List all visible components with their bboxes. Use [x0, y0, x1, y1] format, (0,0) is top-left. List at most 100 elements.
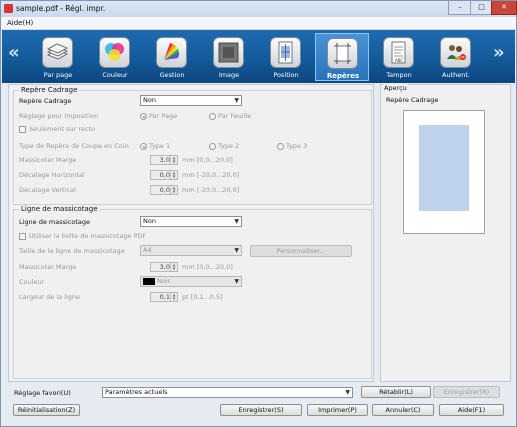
tab-label: Par page [43, 71, 73, 79]
bottom-bar: Réglage favori(U) Paramètres actuels ▼ R… [8, 385, 511, 423]
repere-group: Repère Cadrage Repère Cadrage Non ▼ Régl… [13, 86, 372, 205]
color-fan-icon [156, 37, 187, 68]
radio-type3[interactable] [277, 143, 284, 150]
couleur-select[interactable]: Noir ▼ [140, 276, 242, 287]
users-auth-icon [440, 37, 471, 68]
tab-tampon[interactable]: ABC Tampon [372, 33, 426, 81]
radio-type1-label: Type 1 [149, 142, 171, 150]
recto-checkbox[interactable] [19, 126, 26, 133]
preview-panel: Aperçu Repère Cadrage [380, 84, 511, 382]
marge-range: mm [0,0...20,0] [182, 156, 233, 164]
ligne-label: Ligne de massicotage [19, 218, 91, 226]
preview-image-area [419, 125, 469, 211]
repere-select-value: Non [143, 96, 156, 104]
dech-label: Décalage Horizontal [19, 171, 85, 179]
spinner-arrows-icon[interactable]: ▲ ▼ [170, 263, 177, 271]
spinner-arrows-icon[interactable]: ▲ ▼ [170, 156, 177, 164]
radio-par-feuille-label: Par Feuille [218, 112, 252, 120]
tab-position[interactable]: Position [259, 33, 313, 81]
close-button[interactable]: ✕ [491, 1, 517, 15]
radio-par-page-label: Par Page [149, 112, 178, 120]
radio-type2-label: Type 2 [218, 142, 240, 150]
minimize-button[interactable]: – [448, 1, 472, 15]
annuler-button[interactable]: Annuler(C) [372, 404, 434, 416]
aide-button[interactable]: Aide(F1) [439, 404, 504, 416]
reglage-label: Réglage pour Imposition [19, 112, 99, 120]
spinner-arrows-icon[interactable]: ▲ ▼ [170, 186, 177, 194]
tab-couleur[interactable]: Couleur [88, 33, 142, 81]
preview-legend: Aperçu [383, 84, 408, 92]
personnaliser-button[interactable]: Personnaliser... [250, 245, 352, 257]
couleur-select-value: Noir [157, 277, 171, 285]
menu-aide[interactable]: Aide(H) [7, 19, 33, 27]
scroll-right-button[interactable]: » [493, 42, 505, 63]
largeur-stepper[interactable]: 0,1 ▲ ▼ [150, 292, 178, 302]
chevron-down-icon: ▼ [234, 247, 239, 254]
repere-select[interactable]: Non ▼ [140, 95, 242, 106]
dech-range: mm [-20,0...20,0] [182, 171, 240, 179]
type-label: Type de Repère de Coupe en Coin [19, 142, 129, 150]
chevron-down-icon: ▼ [345, 389, 350, 396]
imprimer-button[interactable]: Imprimer(P) [307, 404, 368, 416]
tab-gestion[interactable]: Gestion [145, 33, 199, 81]
reinitialisation-button[interactable]: Réinitialisation(Z) [13, 404, 80, 416]
maximize-button[interactable]: □ [470, 1, 493, 15]
tab-label: Tampon [386, 71, 412, 79]
tab-par-page[interactable]: Par page [31, 33, 85, 81]
ligne-group: Ligne de massicotage Ligne de massicotag… [13, 205, 372, 379]
menu-bar: Aide(H) [1, 17, 516, 30]
title-bar: sample.pdf - Régl. impr. – □ ✕ [1, 1, 517, 17]
tab-label: Gestion [159, 71, 185, 79]
enregistrer-button[interactable]: Enregistrer(S) [220, 404, 302, 416]
spinner-arrows-icon[interactable]: ▲ ▼ [170, 171, 177, 179]
color-swatch [143, 277, 155, 285]
recto-label: Seulement sur recto [29, 125, 95, 133]
marge-stepper[interactable]: 3,0 ▲ ▼ [150, 155, 178, 165]
decv-range: mm [-20,0...20,0] [182, 186, 240, 194]
color-circles-icon [99, 37, 130, 68]
chevron-down-icon: ▼ [234, 218, 239, 225]
decv-stepper[interactable]: 0,0 ▲ ▼ [150, 185, 178, 195]
radio-type3-label: Type 3 [286, 142, 308, 150]
preview-page [403, 110, 485, 234]
radio-par-page[interactable] [140, 113, 147, 120]
tab-authent[interactable]: Authent. [429, 33, 483, 81]
ligne-select-value: Non [143, 217, 156, 225]
decv-label: Décalage Vertical [19, 186, 76, 194]
crop-marks-icon [327, 38, 358, 69]
favori-select[interactable]: Paramètres actuels ▼ [102, 387, 353, 398]
tab-label: Image [218, 71, 240, 79]
couleur-label: Couleur [19, 278, 45, 286]
position-page-icon [270, 37, 301, 68]
ligne-select[interactable]: Non ▼ [140, 216, 242, 227]
repere-label: Repère Cadrage [19, 97, 72, 105]
largeur-range: pt [0,1...0,5] [182, 293, 223, 301]
favori-select-value: Paramètres actuels [105, 388, 168, 396]
dech-stepper[interactable]: 0,0 ▲ ▼ [150, 170, 178, 180]
stamp-page-icon: ABC [383, 37, 414, 68]
svg-text:ABC: ABC [395, 58, 403, 63]
repere-legend: Repère Cadrage [19, 86, 80, 94]
marge-label: Massicoter Marge [19, 156, 77, 164]
radio-par-feuille[interactable] [209, 113, 216, 120]
enregistrer-favori-button[interactable]: Enregistrer(R) [433, 386, 500, 398]
pdf-app-icon [4, 4, 13, 13]
retablir-button[interactable]: Rétablir(L) [361, 386, 431, 398]
largeur-value: 0,1 [159, 293, 170, 301]
preview-title: Repère Cadrage [386, 96, 439, 104]
scroll-left-button[interactable]: « [8, 42, 20, 63]
print-settings-window: sample.pdf - Régl. impr. – □ ✕ Aide(H) «… [0, 0, 517, 427]
tab-label: Authent. [442, 71, 470, 79]
tab-image[interactable]: Image [202, 33, 256, 81]
radio-type1[interactable] [140, 143, 147, 150]
spinner-arrows-icon[interactable]: ▲ ▼ [170, 293, 177, 301]
ligne-marge-label: Massicoter Marge [19, 263, 77, 271]
boite-checkbox[interactable] [19, 233, 26, 240]
radio-type2[interactable] [209, 143, 216, 150]
dech-value: 0,0 [159, 171, 170, 179]
tab-reperes[interactable]: Repères [315, 33, 369, 81]
taille-select[interactable]: A4 ▼ [140, 245, 242, 256]
taille-select-value: A4 [143, 246, 152, 254]
ligne-marge-stepper[interactable]: 3,0 ▲ ▼ [150, 262, 178, 272]
chevron-down-icon: ▼ [234, 278, 239, 285]
